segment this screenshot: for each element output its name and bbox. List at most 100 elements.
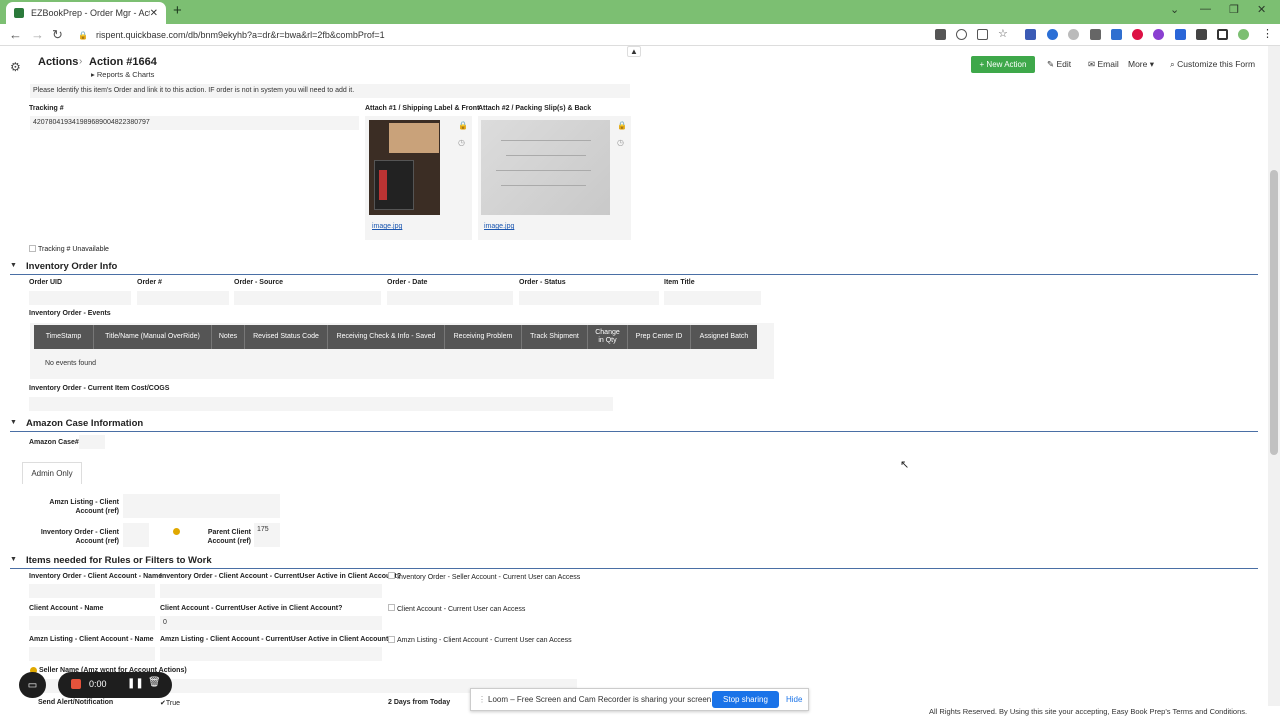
- column-header[interactable]: Receiving Check & Info - Saved: [328, 325, 445, 349]
- tab-admin-only[interactable]: Admin Only: [22, 462, 82, 484]
- rule-label: Client Account - CurrentUser Active in C…: [160, 605, 343, 612]
- column-header[interactable]: Track Shipment: [522, 325, 588, 349]
- rule-label: Inventory Order - Client Account - Curre…: [160, 573, 402, 580]
- sidepanel-icon[interactable]: [1217, 29, 1228, 40]
- attach2-link[interactable]: image.jpg: [484, 223, 514, 230]
- email-button[interactable]: ✉ Email: [1088, 59, 1119, 70]
- rule-checkbox[interactable]: [388, 604, 395, 611]
- rule-field: [160, 647, 382, 661]
- rule-checkbox[interactable]: [388, 572, 395, 579]
- forward-icon[interactable]: →: [31, 27, 44, 42]
- item-title-label: Item Title: [664, 279, 695, 286]
- rule-label: Client Account - Name: [29, 605, 104, 612]
- rule-value: ✔True: [160, 700, 181, 707]
- drag-handle-icon[interactable]: ⋮: [478, 695, 486, 704]
- extension-icon[interactable]: [1047, 29, 1058, 40]
- profile-icon[interactable]: [1238, 29, 1249, 40]
- rule-checkbox[interactable]: [388, 636, 395, 643]
- extension-icon[interactable]: [1025, 29, 1036, 40]
- column-header[interactable]: Title/Name (Manual OverRide): [94, 325, 212, 349]
- rule-field: [29, 584, 155, 598]
- camera-toggle-icon[interactable]: ▭: [19, 672, 46, 698]
- caret-down-icon: ▾: [1149, 59, 1155, 69]
- extension-icon[interactable]: [1175, 29, 1186, 40]
- extension-icon[interactable]: [1068, 29, 1079, 40]
- history-clock-icon[interactable]: ◷: [617, 138, 624, 147]
- favicon-icon: [14, 8, 24, 18]
- trash-icon[interactable]: 🗑: [148, 677, 161, 688]
- column-header[interactable]: Prep Center ID: [628, 325, 691, 349]
- edit-button[interactable]: ✎ Edit: [1047, 59, 1071, 70]
- tab-close-icon[interactable]: ✕: [150, 8, 158, 19]
- extension-icon[interactable]: [1132, 29, 1143, 40]
- cost-field: [29, 397, 613, 411]
- footer-text: All Rights Reserved. By Using this site …: [929, 707, 1248, 716]
- amazon-case-label: Amazon Case#: [29, 439, 79, 446]
- events-label: Inventory Order - Events: [29, 310, 111, 317]
- reports-charts-link[interactable]: ▸ Reports & Charts: [91, 70, 154, 79]
- window-close-icon[interactable]: ✕: [1257, 3, 1266, 16]
- reload-icon[interactable]: ↻: [52, 27, 63, 43]
- new-tab-button[interactable]: +: [173, 2, 182, 19]
- rule-label: Amzn Listing - Client Account - Name: [29, 636, 154, 643]
- extension-icon[interactable]: [1090, 29, 1101, 40]
- events-table-header: TimeStamp Title/Name (Manual OverRide) N…: [34, 325, 757, 349]
- more-menu[interactable]: More ▾: [1128, 59, 1154, 70]
- stop-sharing-button[interactable]: Stop sharing: [712, 691, 779, 708]
- history-clock-icon[interactable]: ◷: [458, 138, 465, 147]
- share-icon[interactable]: [977, 29, 988, 40]
- column-header[interactable]: TimeStamp: [34, 325, 94, 349]
- column-header[interactable]: Receiving Problem: [445, 325, 522, 349]
- pause-icon[interactable]: ❚❚: [127, 678, 144, 689]
- column-header[interactable]: Notes: [212, 325, 245, 349]
- attach2-thumbnail[interactable]: [481, 120, 610, 215]
- order-source-field: [234, 291, 381, 305]
- amzn-listing-client-label: Amzn Listing - Client Account (ref): [49, 499, 119, 515]
- rules-section-header[interactable]: ▼ Items needed for Rules or Filters to W…: [10, 555, 1258, 569]
- true-value: True: [165, 700, 181, 707]
- attach1-link[interactable]: image.jpg: [372, 223, 402, 230]
- tracking-unavailable-checkbox[interactable]: [29, 245, 36, 252]
- hide-button[interactable]: Hide: [786, 695, 802, 704]
- minimize-icon[interactable]: ⌄: [1170, 3, 1179, 16]
- customize-label: Customize this Form: [1177, 59, 1256, 69]
- parent-client-value: 175: [257, 526, 269, 533]
- amazon-section-header[interactable]: ▼ Amazon Case Information: [10, 418, 1258, 432]
- rule-value: 0: [163, 619, 167, 626]
- window-minimize-icon[interactable]: —: [1200, 3, 1211, 15]
- address-bar[interactable]: 🔒 rispent.quickbase.com/db/bnm9ekyhb?a=d…: [70, 26, 1020, 44]
- new-action-button[interactable]: + New Action: [971, 56, 1035, 73]
- identify-note: Please Identify this item's Order and li…: [33, 87, 355, 94]
- column-header[interactable]: Change in Qty: [588, 325, 628, 349]
- window-restore-icon[interactable]: ❐: [1229, 3, 1239, 16]
- pencil-icon: ✎: [1047, 59, 1055, 69]
- tracking-label: Tracking #: [29, 105, 64, 112]
- extension-icon[interactable]: [1153, 29, 1164, 40]
- bookmark-star-icon[interactable]: ☆: [998, 29, 1009, 40]
- info-icon[interactable]: [173, 528, 180, 535]
- attach1-thumbnail[interactable]: [369, 120, 440, 215]
- customize-form-button[interactable]: ⌕ Customize this Form: [1170, 59, 1255, 70]
- scrollbar-thumb[interactable]: [1270, 170, 1278, 455]
- stop-record-icon[interactable]: [71, 679, 81, 689]
- extensions-puzzle-icon[interactable]: [1196, 29, 1207, 40]
- browser-tab[interactable]: EZBookPrep - Order Mgr - Action ✕: [6, 2, 166, 24]
- recording-timer: 0:00: [89, 679, 107, 689]
- scroll-top-arrow-icon[interactable]: ▲: [627, 46, 641, 57]
- extension-icon[interactable]: [1111, 29, 1122, 40]
- envelope-icon: ✉: [1088, 59, 1096, 69]
- breadcrumb-table[interactable]: Actions: [38, 56, 78, 68]
- inventory-section-header[interactable]: ▼ Inventory Order Info: [10, 261, 1258, 275]
- zoom-icon[interactable]: [956, 29, 967, 40]
- gear-icon[interactable]: ⚙: [10, 60, 21, 74]
- breadcrumb-separator-icon: ›: [79, 56, 83, 67]
- column-header[interactable]: Assigned Batch: [691, 325, 757, 349]
- parent-client-label: Parent Client Account (ref): [207, 529, 251, 545]
- back-icon[interactable]: ←: [9, 27, 22, 42]
- camera-icon[interactable]: [935, 29, 946, 40]
- column-header[interactable]: Revised Status Code: [245, 325, 328, 349]
- email-label: Email: [1097, 59, 1119, 69]
- inventory-section-title: Inventory Order Info: [26, 261, 118, 272]
- order-number-field: [137, 291, 229, 305]
- kebab-menu-icon[interactable]: ⋮: [1262, 29, 1273, 40]
